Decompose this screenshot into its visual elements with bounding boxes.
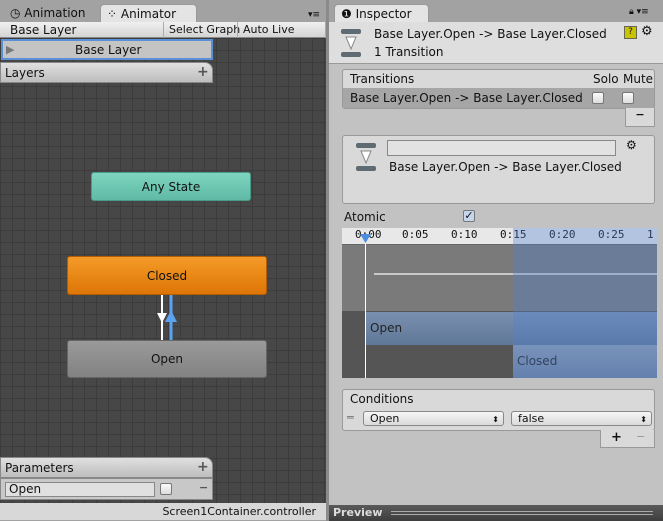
breadcrumb[interactable]: Base Layer bbox=[10, 23, 77, 37]
transition-duration-range[interactable] bbox=[513, 228, 657, 378]
info-icon: ❶ bbox=[341, 7, 356, 21]
drag-handle-icon[interactable]: ═ bbox=[347, 411, 354, 424]
state-closed[interactable]: Closed bbox=[67, 256, 267, 295]
condition-value-dropdown[interactable]: false bbox=[511, 411, 652, 426]
state-open[interactable]: Open bbox=[67, 340, 267, 378]
tab-animation[interactable]: ◷ Animation bbox=[4, 4, 91, 22]
layers-header: Layers + bbox=[0, 62, 213, 83]
status-bar: Screen1Container.controller bbox=[0, 503, 326, 520]
transition-row[interactable]: Base Layer.Open -> Base Layer.Closed bbox=[343, 88, 654, 108]
remove-parameter-button[interactable]: − bbox=[199, 481, 208, 494]
inspector-header: Base Layer.Open -> Base Layer.Closed 1 T… bbox=[329, 22, 663, 64]
parameter-row: Open − bbox=[0, 478, 213, 500]
inspector-title: Base Layer.Open -> Base Layer.Closed bbox=[374, 27, 607, 41]
add-layer-button[interactable]: + bbox=[197, 64, 209, 80]
animator-icon: ⁘ bbox=[107, 7, 121, 21]
playhead-line bbox=[365, 236, 366, 378]
menu-icon[interactable]: ▾≡ bbox=[308, 10, 320, 20]
help-icon[interactable]: ? bbox=[624, 26, 637, 39]
add-condition-button[interactable]: + bbox=[611, 430, 622, 445]
conditions-list: Conditions ═ Open false bbox=[342, 389, 655, 431]
transition-timeline[interactable]: 0:00 0:05 0:10 0:15 0:20 0:25 1 Open Clo… bbox=[342, 228, 657, 378]
transition-arrows[interactable] bbox=[150, 295, 185, 340]
add-parameter-button[interactable]: + bbox=[197, 459, 209, 475]
layer-item-base[interactable]: ▶ Base Layer bbox=[1, 39, 213, 60]
conditions-footer: + − bbox=[600, 430, 655, 448]
transition-name-field[interactable] bbox=[387, 140, 616, 156]
lock-icon[interactable]: 🔒︎ ▾≡ bbox=[629, 7, 649, 17]
animator-toolbar: Base Layer Select Graph Auto Live Link bbox=[0, 22, 326, 49]
expand-arrow-icon[interactable]: ▶ bbox=[6, 43, 14, 56]
arrow-up-icon bbox=[165, 310, 177, 322]
condition-parameter-dropdown[interactable]: Open bbox=[363, 411, 504, 426]
atomic-label: Atomic bbox=[344, 210, 386, 224]
transition-icon bbox=[356, 143, 376, 171]
parameter-value-checkbox[interactable] bbox=[160, 483, 172, 495]
remove-transition-button[interactable]: − bbox=[625, 108, 655, 127]
atomic-checkbox[interactable]: ✓ bbox=[463, 210, 475, 222]
preview-drag-handle[interactable] bbox=[391, 511, 653, 515]
tab-inspector[interactable]: ❶ Inspector bbox=[334, 4, 429, 22]
clock-icon: ◷ bbox=[10, 6, 25, 20]
parameter-name-field[interactable]: Open bbox=[5, 482, 155, 497]
state-any-state[interactable]: Any State bbox=[91, 172, 251, 201]
transition-icon bbox=[341, 29, 361, 57]
transitions-list: Transitions Solo Mute Base Layer.Open ->… bbox=[342, 69, 655, 109]
gear-icon[interactable]: ⚙ bbox=[626, 138, 637, 152]
preview-bar[interactable]: Preview bbox=[329, 505, 663, 521]
parameters-header: Parameters + bbox=[0, 457, 213, 478]
transition-settings: ⚙ Base Layer.Open -> Base Layer.Closed bbox=[342, 135, 655, 204]
tab-animator[interactable]: ⁘ Animator bbox=[100, 4, 197, 22]
mute-checkbox[interactable] bbox=[622, 92, 634, 104]
solo-checkbox[interactable] bbox=[592, 92, 604, 104]
gear-icon[interactable]: ⚙ bbox=[641, 24, 653, 39]
auto-live-link-button[interactable]: Auto Live Link bbox=[237, 22, 326, 49]
select-graph-button[interactable]: Select Graph bbox=[163, 22, 245, 38]
inspector-subtitle: 1 Transition bbox=[374, 45, 444, 59]
remove-condition-button[interactable]: − bbox=[636, 430, 645, 443]
